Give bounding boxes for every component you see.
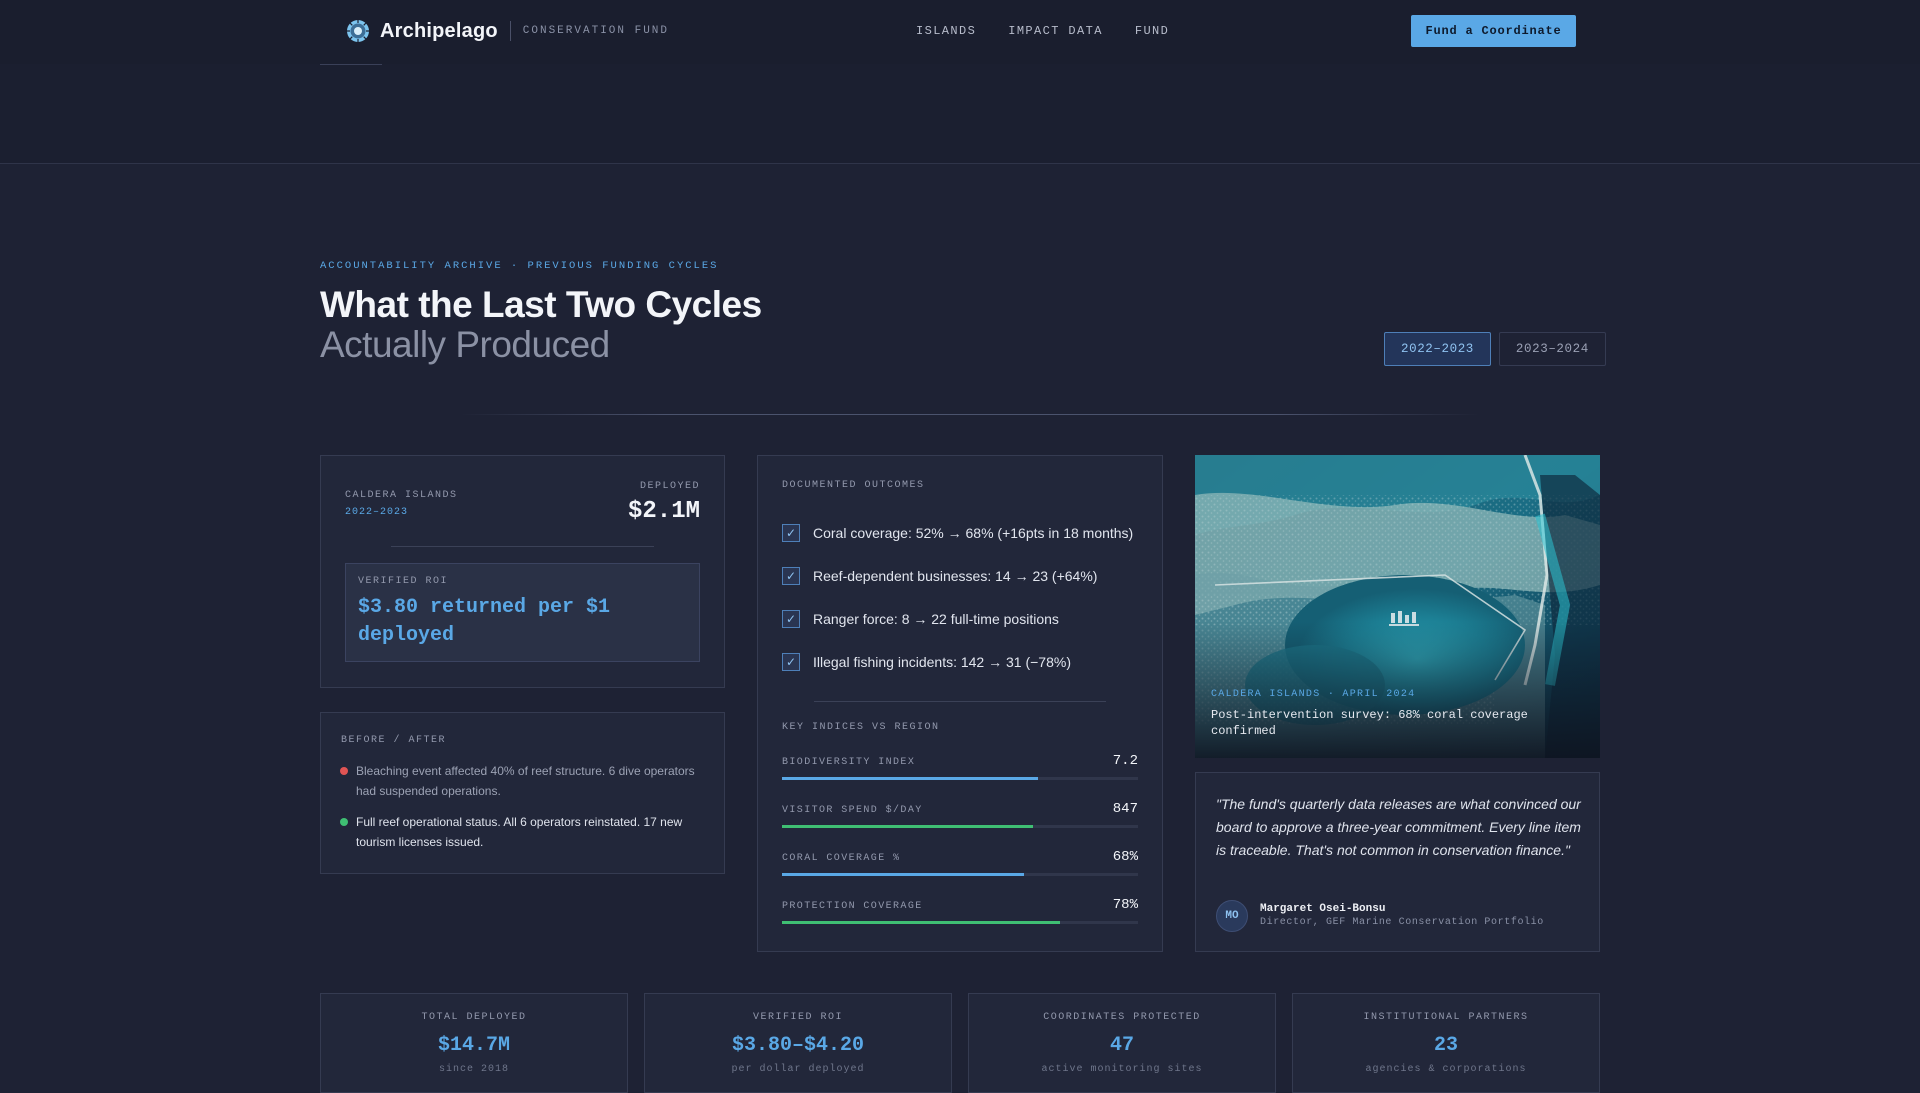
roi-value: $3.80 returned per $1 deployed (358, 596, 611, 647)
nav-fund[interactable]: FUND (1135, 24, 1169, 38)
metric-fill (782, 777, 1039, 780)
testimonial-card: "The fund's quarterly data releases are … (1195, 772, 1600, 952)
before-after-label: BEFORE / AFTER (341, 735, 447, 746)
outcome-item: ✓ Ranger force: 8 → 22 full-time positio… (782, 610, 1059, 628)
stat-sub: active monitoring sites (1041, 1064, 1203, 1075)
tab-2023-2024[interactable]: 2023–2024 (1498, 332, 1606, 366)
check-icon: ✓ (782, 653, 800, 671)
metric-track (782, 873, 1138, 876)
brand-name: Archipelago (380, 19, 498, 42)
check-icon: ✓ (782, 610, 800, 628)
nav-islands[interactable]: ISLANDS (916, 24, 976, 38)
band-accent-line (320, 64, 382, 65)
nav-impact-data[interactable]: IMPACT DATA (1008, 24, 1103, 38)
before-item: Bleaching event affected 40% of reef str… (340, 761, 700, 801)
metric-label: BIODIVERSITY INDEX (782, 757, 916, 768)
fund-coordinate-button[interactable]: Fund a Coordinate (1411, 15, 1576, 47)
metric-value: 68% (1112, 849, 1138, 865)
after-item: Full reef operational status. All 6 oper… (340, 812, 700, 852)
metric-track (782, 777, 1138, 780)
main-nav: ISLANDS IMPACT DATA FUND (916, 24, 1169, 38)
verified-roi-box: VERIFIED ROI $3.80 returned per $1 deplo… (345, 563, 700, 662)
metric-protection-coverage: PROTECTION COVERAGE 78% (782, 897, 1138, 937)
roi-label: VERIFIED ROI (358, 576, 449, 587)
testimonial-role: Director, GEF Marine Conservation Portfo… (1260, 917, 1544, 928)
globe-logo-icon (347, 20, 369, 42)
reef-aerial-photo: CALDERA ISLANDS · APRIL 2024 Post-interv… (1195, 455, 1600, 758)
testimonial-author: Margaret Osei-Bonsu (1260, 903, 1386, 915)
check-icon: ✓ (782, 567, 800, 585)
metric-label: PROTECTION COVERAGE (782, 901, 923, 912)
metric-fill (782, 873, 1025, 876)
photo-caption: Post-intervention survey: 68% coral cove… (1211, 708, 1528, 738)
outcome-text: Ranger force: 8 → 22 full-time positions (813, 611, 1059, 627)
cycle-year: 2022–2023 (345, 507, 409, 518)
avatar: MO (1216, 900, 1248, 932)
island-name: CALDERA ISLANDS (345, 490, 458, 501)
stat-coordinates-protected: COORDINATES PROTECTED 47 active monitori… (968, 993, 1276, 1093)
deployed-label: DEPLOYED (639, 481, 700, 492)
cycle-summary-card: CALDERA ISLANDS 2022–2023 DEPLOYED $2.1M… (320, 455, 725, 688)
brand-subtitle: CONSERVATION FUND (522, 25, 669, 37)
outcome-text: Reef-dependent businesses: 14 → 23 (+64%… (813, 568, 1098, 584)
outcome-text: Illegal fishing incidents: 142 → 31 (−78… (813, 654, 1071, 670)
outcomes-divider (814, 701, 1106, 702)
stat-value: 47 (1109, 1034, 1134, 1057)
stat-label: COORDINATES PROTECTED (1043, 1012, 1201, 1023)
photo-tag: CALDERA ISLANDS · APRIL 2024 (1211, 689, 1416, 700)
stat-sub: agencies & corporations (1365, 1064, 1527, 1075)
after-text: Full reef operational status. All 6 oper… (356, 815, 683, 849)
header-band (0, 64, 1920, 164)
metric-track (782, 921, 1138, 924)
cycle-tabs: 2022–2023 2023–2024 (1384, 332, 1606, 366)
metric-label: CORAL COVERAGE % (782, 853, 901, 864)
brand-logo[interactable]: Archipelago CONSERVATION FUND (346, 19, 669, 43)
stat-sub: per dollar deployed (731, 1064, 865, 1075)
stat-label: INSTITUTIONAL PARTNERS (1363, 1012, 1529, 1023)
red-status-dot (340, 767, 348, 775)
outcome-text: Coral coverage: 52% → 68% (+16pts in 18 … (813, 525, 1134, 541)
top-navigation-bar: Archipelago CONSERVATION FUND ISLANDS IM… (0, 0, 1920, 65)
stat-value: $3.80–$4.20 (731, 1034, 865, 1057)
stat-label: TOTAL DEPLOYED (421, 1012, 527, 1023)
stat-verified-roi: VERIFIED ROI $3.80–$4.20 per dollar depl… (644, 993, 952, 1093)
section-title: What the Last Two Cycles (320, 284, 762, 325)
before-text: Bleaching event affected 40% of reef str… (356, 764, 695, 798)
tab-2022-2023[interactable]: 2022–2023 (1384, 332, 1491, 366)
metric-label: VISITOR SPEND $/DAY (782, 805, 923, 816)
section-subtitle: Actually Produced (320, 324, 610, 365)
card-divider (391, 546, 654, 547)
testimonial-quote: "The fund's quarterly data releases are … (1216, 796, 1581, 858)
section-divider (460, 414, 1480, 415)
deployed-amount: $2.1M (627, 498, 700, 525)
brand-divider (509, 21, 511, 41)
metric-fill (782, 921, 1060, 924)
stat-sub: since 2018 (438, 1064, 509, 1075)
stat-value: $14.7M (437, 1034, 510, 1057)
metric-biodiversity: BIODIVERSITY INDEX 7.2 (782, 753, 1138, 793)
metric-value: 78% (1112, 897, 1138, 913)
outcomes-card: DOCUMENTED OUTCOMES ✓ Coral coverage: 52… (757, 455, 1163, 952)
stat-institutional-partners: INSTITUTIONAL PARTNERS 23 agencies & cor… (1292, 993, 1600, 1093)
metric-track (782, 825, 1138, 828)
outcome-item: ✓ Illegal fishing incidents: 142 → 31 (−… (782, 653, 1071, 671)
stat-total-deployed: TOTAL DEPLOYED $14.7M since 2018 (320, 993, 628, 1093)
green-status-dot (340, 818, 348, 826)
metric-value: 7.2 (1112, 753, 1138, 769)
metric-fill (782, 825, 1033, 828)
outcome-item: ✓ Reef-dependent businesses: 14 → 23 (+6… (782, 567, 1097, 585)
stat-label: VERIFIED ROI (752, 1012, 843, 1023)
metric-value: 847 (1112, 801, 1138, 817)
metric-visitor-spend: VISITOR SPEND $/DAY 847 (782, 801, 1138, 841)
indices-label: KEY INDICES VS REGION (782, 722, 940, 733)
metric-coral-coverage: CORAL COVERAGE % 68% (782, 849, 1138, 889)
outcome-item: ✓ Coral coverage: 52% → 68% (+16pts in 1… (782, 524, 1133, 542)
outcomes-label: DOCUMENTED OUTCOMES (782, 480, 925, 491)
check-icon: ✓ (782, 524, 800, 542)
stat-value: 23 (1433, 1034, 1458, 1057)
section-eyebrow: ACCOUNTABILITY ARCHIVE · PREVIOUS FUNDIN… (320, 260, 719, 272)
